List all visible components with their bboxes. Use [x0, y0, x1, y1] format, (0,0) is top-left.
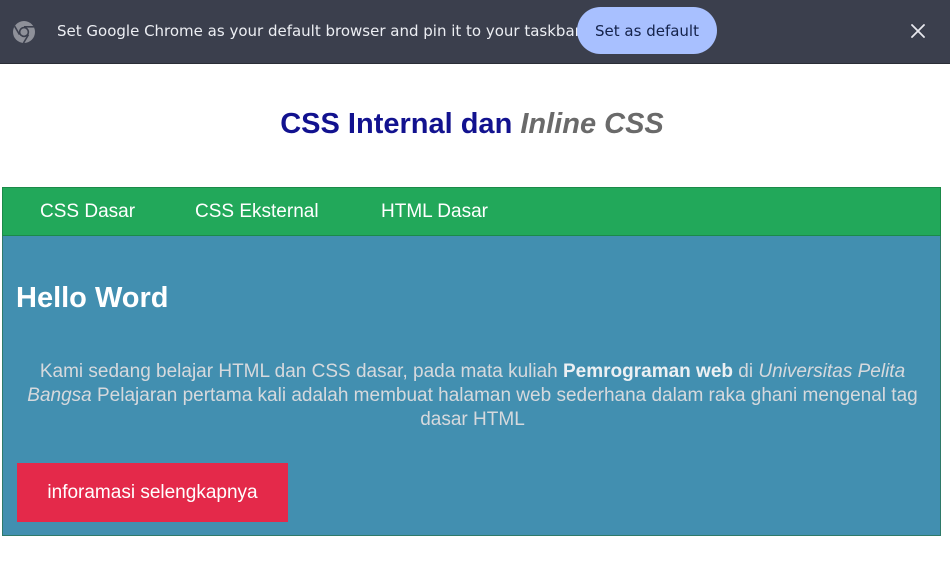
desc-text-3: Pelajaran pertama kali adalah membuat ha…: [91, 385, 918, 430]
nav-link-html-dasar[interactable]: HTML Dasar: [381, 201, 488, 223]
page-title: CSS Internal dan Inline CSS: [0, 108, 944, 141]
desc-text-2: di: [733, 361, 759, 382]
chrome-icon: [12, 20, 36, 44]
default-browser-infobar: Set Google Chrome as your default browse…: [0, 0, 950, 64]
page-title-main: CSS Internal dan: [280, 108, 521, 140]
hero-description: Kami sedang belajar HTML dan CSS dasar, …: [15, 360, 930, 432]
nav-bar: CSS Dasar CSS Eksternal HTML Dasar: [2, 187, 941, 236]
hero-panel: Hello Word Kami sedang belajar HTML dan …: [2, 236, 941, 536]
close-icon[interactable]: [903, 16, 933, 46]
hero-heading: Hello Word: [16, 282, 169, 314]
desc-bold-course: Pemrograman web: [563, 361, 733, 382]
infobar-message: Set Google Chrome as your default browse…: [57, 22, 581, 40]
set-as-default-button[interactable]: Set as default: [577, 7, 717, 54]
more-info-button[interactable]: inforamasi selengkapnya: [17, 463, 288, 522]
nav-link-css-eksternal[interactable]: CSS Eksternal: [195, 201, 319, 223]
nav-link-css-dasar[interactable]: CSS Dasar: [40, 201, 135, 223]
page-title-inline: Inline CSS: [520, 108, 664, 140]
desc-text-1: Kami sedang belajar HTML dan CSS dasar, …: [39, 361, 563, 382]
